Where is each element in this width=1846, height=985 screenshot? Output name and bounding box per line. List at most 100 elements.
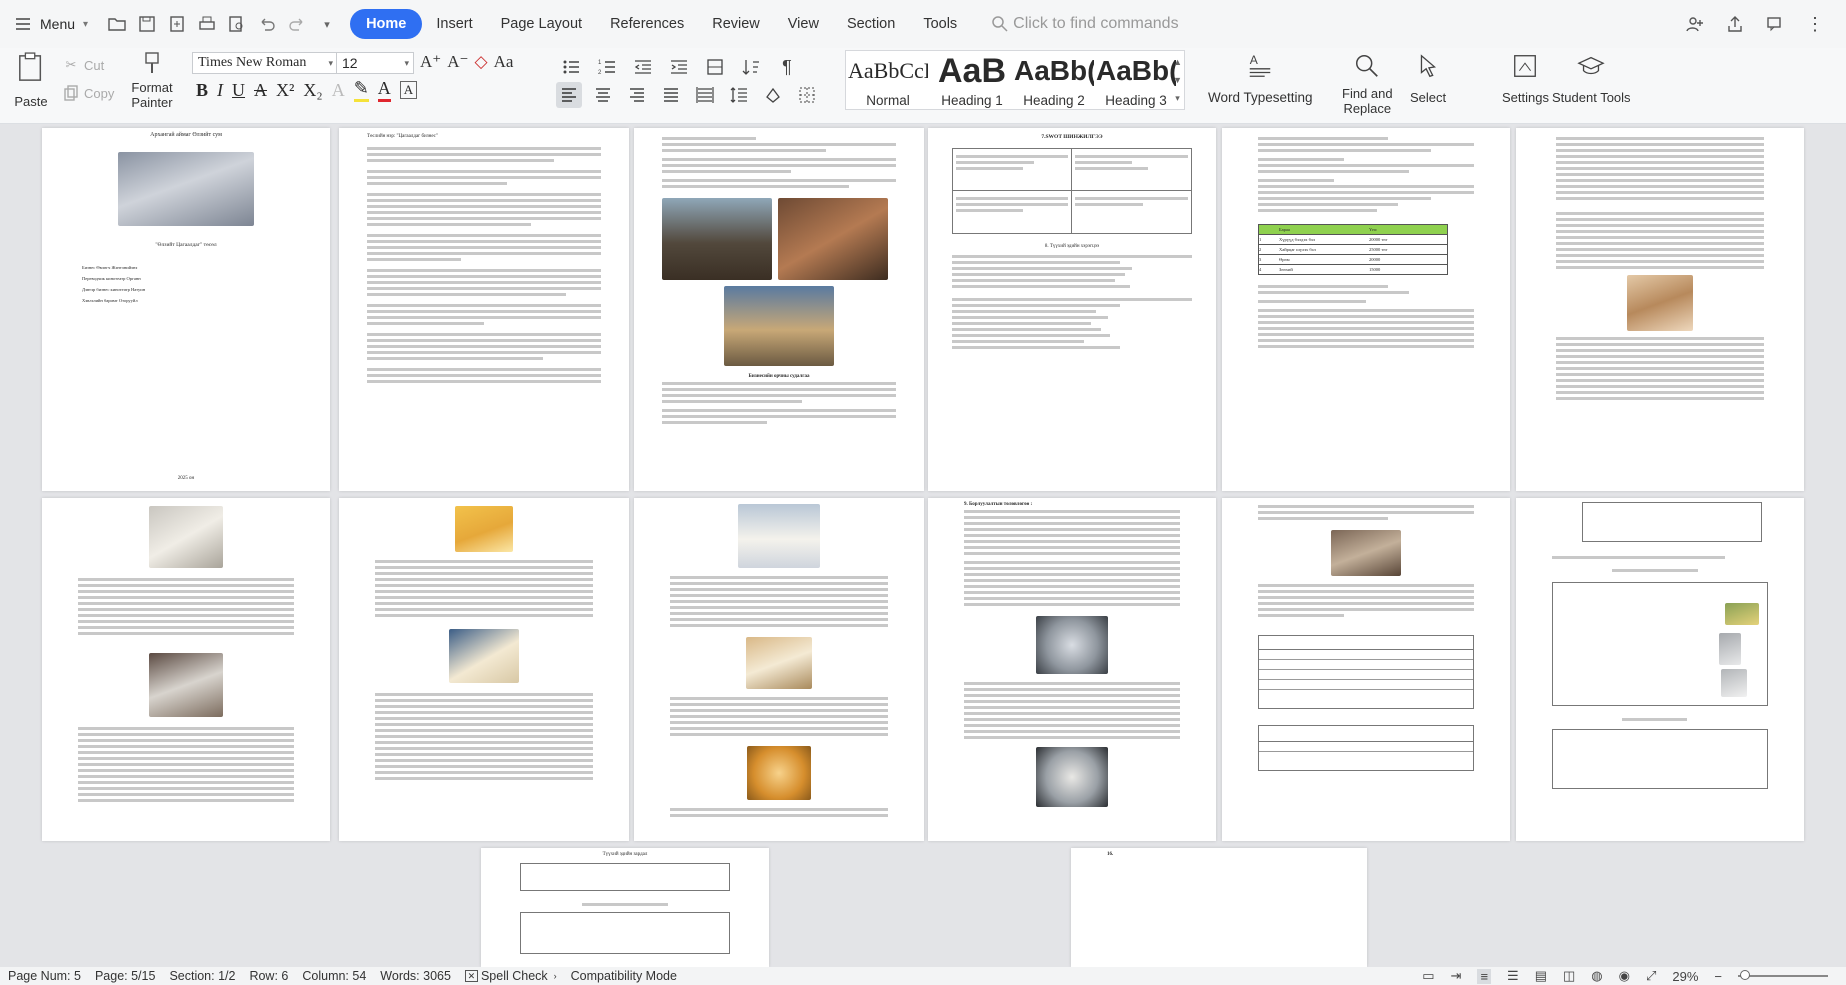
tab-review[interactable]: Review: [698, 9, 774, 39]
distributed-icon[interactable]: [692, 82, 718, 108]
reading-mode-icon[interactable]: ⇥: [1451, 968, 1462, 984]
status-page-num[interactable]: Page Num: 5: [8, 969, 81, 983]
italic-icon[interactable]: I: [217, 80, 223, 101]
outline-view-icon[interactable]: ▭: [1422, 968, 1434, 984]
add-user-icon[interactable]: [1682, 11, 1708, 37]
more-options-icon[interactable]: ⋮: [1802, 11, 1828, 37]
eye-protection-icon[interactable]: ◉: [1619, 968, 1630, 984]
select-button[interactable]: Select: [1410, 48, 1446, 105]
fit-page-icon[interactable]: ⤢: [1646, 968, 1656, 984]
page-view-icon[interactable]: ≡: [1477, 968, 1492, 984]
web-layout-icon[interactable]: ▤: [1535, 968, 1547, 984]
cut-button[interactable]: ✂ Cut: [58, 52, 105, 78]
align-left-icon[interactable]: [556, 82, 582, 108]
settings-button[interactable]: Settings: [1502, 48, 1549, 105]
tab-home[interactable]: Home: [350, 9, 423, 39]
paste-button[interactable]: Paste: [8, 48, 54, 109]
spell-check-button[interactable]: ✕ Spell Check ›: [464, 969, 557, 983]
numbered-list-icon[interactable]: 12: [594, 54, 620, 80]
main-menu-button[interactable]: Menu ▾: [10, 0, 88, 48]
page-7[interactable]: [42, 498, 330, 841]
chinese-layout-icon[interactable]: [702, 54, 728, 80]
tab-page-layout[interactable]: Page Layout: [487, 9, 596, 39]
zoom-level[interactable]: 29%: [1672, 969, 1698, 984]
style-heading-3[interactable]: AaBb( Heading 3: [1096, 55, 1176, 109]
zoom-slider-thumb[interactable]: [1740, 970, 1750, 980]
document-canvas[interactable]: Архангай аймаг Өлзийт сум "Өлзийт Цагаал…: [0, 124, 1846, 967]
font-name-select[interactable]: Times New Roman ▾: [192, 52, 338, 74]
character-border-icon[interactable]: A: [399, 81, 418, 99]
bold-icon[interactable]: B: [196, 80, 208, 101]
page-8[interactable]: [339, 498, 629, 841]
comment-icon[interactable]: [1762, 11, 1788, 37]
globe-icon[interactable]: ◍: [1591, 968, 1602, 984]
page-2[interactable]: Төслийн нэр: "Цагаалдаг бизнес": [339, 128, 629, 491]
page-9[interactable]: [634, 498, 924, 841]
page-11[interactable]: [1222, 498, 1510, 841]
show-marks-icon[interactable]: ¶: [774, 54, 800, 80]
underline-icon[interactable]: U: [232, 80, 245, 101]
subscript-icon[interactable]: X₂: [303, 80, 322, 101]
zoom-out-icon[interactable]: −: [1714, 969, 1722, 984]
decrease-font-size-icon[interactable]: A⁻: [447, 52, 468, 72]
quick-access-more-icon[interactable]: ▾: [314, 11, 340, 37]
page-1[interactable]: Архангай аймаг Өлзийт сум "Өлзийт Цагаал…: [42, 128, 330, 491]
align-right-icon[interactable]: [624, 82, 650, 108]
share-icon[interactable]: [1722, 11, 1748, 37]
sort-icon[interactable]: [738, 54, 764, 80]
copy-button[interactable]: Copy: [58, 80, 114, 106]
tab-section[interactable]: Section: [833, 9, 909, 39]
undo-icon[interactable]: [254, 11, 280, 37]
tab-view[interactable]: View: [774, 9, 833, 39]
strikethrough-icon[interactable]: A: [254, 80, 267, 101]
style-heading-1[interactable]: AaB Heading 1: [932, 55, 1012, 109]
page-13[interactable]: Түүхий эдийн зардал: [481, 848, 769, 967]
increase-indent-icon[interactable]: [666, 54, 692, 80]
shading-icon[interactable]: [760, 82, 786, 108]
export-icon[interactable]: [164, 11, 190, 37]
text-effect-icon[interactable]: A: [332, 80, 345, 101]
page-10[interactable]: 9. Борлуулалтын төлөвлөгөө :: [928, 498, 1216, 841]
page-4[interactable]: 7.SWOT ШИНЖИЛГЭЭ 8. Түүхий эдийн хэрэгцэ…: [928, 128, 1216, 491]
borders-icon[interactable]: [794, 82, 820, 108]
find-replace-button[interactable]: Find and Replace: [1342, 48, 1393, 116]
word-typesetting-button[interactable]: A Word Typesetting: [1208, 48, 1313, 105]
save-icon[interactable]: [134, 11, 160, 37]
bullet-list-icon[interactable]: [558, 54, 584, 80]
print-icon[interactable]: [194, 11, 220, 37]
page-3[interactable]: Бизнесийн орчны судалгаа: [634, 128, 924, 491]
status-words[interactable]: Words: 3065: [380, 969, 451, 983]
line-spacing-icon[interactable]: [726, 82, 752, 108]
font-size-select[interactable]: 12 ▾: [336, 52, 414, 74]
page-5[interactable]: Бараа Үнэ 1 Хүрүүд бэлдэх бэл 20000 төг 2Х…: [1222, 128, 1510, 491]
page-6[interactable]: [1516, 128, 1804, 491]
superscript-icon[interactable]: X²: [276, 80, 294, 101]
highlight-icon[interactable]: ✎: [353, 78, 369, 102]
font-color-icon[interactable]: A: [377, 78, 391, 102]
change-case-icon[interactable]: Aa: [494, 52, 514, 72]
command-search[interactable]: Click to find commands: [987, 0, 1179, 48]
align-center-icon[interactable]: [590, 82, 616, 108]
style-gallery-scroll[interactable]: ▲ ▼ ▾: [1173, 53, 1182, 107]
print-preview-icon[interactable]: [224, 11, 250, 37]
status-section[interactable]: Section: 1/2: [169, 969, 235, 983]
clear-formatting-icon[interactable]: ◇: [475, 52, 488, 72]
page-14[interactable]: 16.: [1071, 848, 1367, 967]
tab-tools[interactable]: Tools: [909, 9, 971, 39]
format-painter-button[interactable]: Format Painter: [120, 48, 184, 110]
page-12[interactable]: [1516, 498, 1804, 841]
tab-references[interactable]: References: [596, 9, 698, 39]
redo-icon[interactable]: [284, 11, 310, 37]
book-view-icon[interactable]: ◫: [1563, 968, 1575, 984]
open-folder-icon[interactable]: [104, 11, 130, 37]
justify-icon[interactable]: [658, 82, 684, 108]
increase-font-size-icon[interactable]: A⁺: [420, 52, 441, 72]
style-heading-2[interactable]: AaBb( Heading 2: [1014, 55, 1094, 109]
outline-icon[interactable]: ☰: [1507, 968, 1519, 984]
zoom-slider[interactable]: [1738, 970, 1828, 980]
decrease-indent-icon[interactable]: [630, 54, 656, 80]
status-page[interactable]: Page: 5/15: [95, 969, 155, 983]
style-normal[interactable]: AaBbCcD Normal: [848, 55, 928, 109]
tab-insert[interactable]: Insert: [422, 9, 486, 39]
student-tools-button[interactable]: Student Tools: [1552, 48, 1631, 105]
